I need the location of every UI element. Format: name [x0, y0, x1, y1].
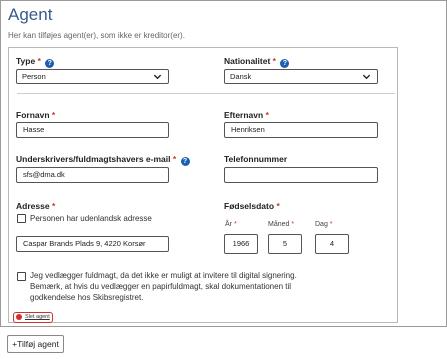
required-marker: * — [51, 110, 56, 120]
delete-agent-button[interactable]: Slet agent — [13, 312, 53, 323]
month-label: Måned * — [268, 221, 295, 228]
birthdate-label: Fødselsdato * — [224, 201, 280, 211]
phone-label-text: Telefonnummer — [224, 154, 288, 164]
nationality-label: Nationalitet * ? — [224, 56, 290, 68]
email-input[interactable]: sfs@dma.dk — [16, 167, 169, 183]
birthdate-label-text: Fødselsdato — [224, 201, 275, 211]
power-of-attorney-label: Jeg vedlægger fuldmagt, da det ikke er m… — [30, 271, 297, 302]
delete-agent-label: Slet agent — [25, 314, 50, 320]
address-label: Adresse * — [16, 201, 55, 211]
email-label: Underskrivers/fuldmagtshavers e-mail * ? — [16, 154, 190, 166]
required-marker: * — [272, 56, 276, 66]
required-marker: * — [265, 110, 269, 120]
page-title: Agent — [8, 5, 53, 24]
type-label: Type * ? — [16, 56, 55, 68]
agent-card: Type * ? Person Nationalitet * ? Dansk F… — [8, 47, 398, 323]
last-name-label-text: Efternavn — [224, 110, 264, 120]
nationality-select-value: Dansk — [230, 72, 252, 81]
birth-day-input[interactable]: 4 — [315, 234, 349, 254]
phone-label: Telefonnummer — [224, 154, 287, 164]
first-name-label-text: Fornavn — [16, 110, 50, 120]
required-marker: * — [51, 201, 56, 211]
address-label-text: Adresse — [16, 201, 50, 211]
day-label: Dag * — [315, 221, 333, 228]
birth-month-input[interactable]: 5 — [268, 234, 302, 254]
last-name-input[interactable]: Henriksen — [224, 122, 378, 138]
foreign-address-checkbox[interactable] — [17, 214, 26, 223]
foreign-address-label: Personen har udenlandsk adresse — [30, 214, 152, 223]
required-marker: * — [172, 154, 177, 164]
month-label-text: Måned — [268, 221, 290, 228]
nationality-label-text: Nationalitet — [224, 56, 271, 66]
email-label-text: Underskrivers/fuldmagtshavers e-mail — [16, 154, 171, 164]
year-label: År * — [225, 221, 237, 228]
remove-icon — [16, 314, 22, 320]
type-label-text: Type — [16, 56, 36, 66]
phone-input[interactable] — [224, 167, 378, 183]
day-label-text: Dag — [315, 221, 328, 228]
agent-section: Agent Her kan tilføjes agent(er), som ik… — [0, 0, 447, 327]
section-divider — [17, 93, 395, 94]
help-icon[interactable]: ? — [280, 59, 290, 68]
first-name-input[interactable]: Hasse — [16, 122, 169, 138]
year-label-text: År — [225, 221, 232, 228]
nationality-select[interactable]: Dansk — [224, 69, 378, 84]
type-select[interactable]: Person — [16, 69, 169, 84]
help-icon[interactable]: ? — [45, 59, 55, 68]
help-icon[interactable]: ? — [180, 157, 190, 166]
birth-year-input[interactable]: 1966 — [224, 234, 258, 254]
page-subtitle: Her kan tilføjes agent(er), som ikke er … — [8, 31, 185, 40]
first-name-label: Fornavn * — [16, 110, 55, 120]
required-marker: * — [276, 201, 280, 211]
chevron-down-icon — [153, 74, 162, 80]
required-marker: * — [37, 56, 41, 66]
address-input[interactable]: Caspar Brands Plads 9, 4220 Korsør — [16, 236, 169, 252]
power-of-attorney-checkbox[interactable] — [17, 272, 26, 281]
add-agent-button[interactable]: +Tilføj agent — [7, 335, 64, 353]
last-name-label: Efternavn * — [224, 110, 269, 120]
type-select-value: Person — [22, 72, 46, 81]
chevron-down-icon — [362, 74, 371, 80]
